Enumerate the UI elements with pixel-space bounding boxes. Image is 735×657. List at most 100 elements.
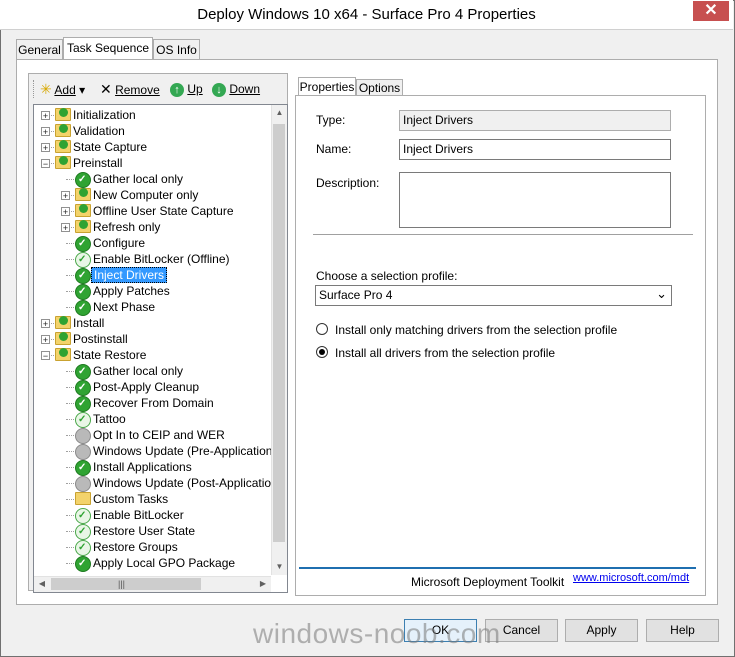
tree-item-label[interactable]: Offline User State Capture: [93, 203, 234, 219]
scroll-right-icon[interactable]: ▶: [255, 576, 271, 592]
tree-item[interactable]: ✓ Next Phase: [34, 299, 274, 316]
tree-item[interactable]: ✓ Inject Drivers: [34, 267, 274, 284]
expand-icon[interactable]: +: [41, 143, 50, 153]
tree-item-label[interactable]: Restore Groups: [93, 539, 178, 555]
tree-item-label[interactable]: Opt In to CEIP and WER: [93, 427, 225, 443]
tree-item[interactable]: + Install: [34, 315, 274, 331]
expand-icon[interactable]: +: [61, 191, 70, 201]
tree-item-label[interactable]: Enable BitLocker (Offline): [93, 251, 230, 267]
tree-item[interactable]: Opt In to CEIP and WER: [34, 427, 274, 444]
apply-button[interactable]: Apply: [565, 619, 638, 642]
tree-item-label[interactable]: Apply Local GPO Package: [93, 555, 235, 571]
description-field[interactable]: [399, 172, 671, 228]
radio-all-drivers[interactable]: [316, 346, 328, 358]
tab-os-info[interactable]: OS Info: [153, 39, 200, 60]
title-bar[interactable]: Deploy Windows 10 x64 - Surface Pro 4 Pr…: [0, 0, 733, 30]
tree-item[interactable]: ✓ Apply Patches: [34, 283, 274, 300]
tree-item[interactable]: + Refresh only: [34, 219, 274, 235]
tab-properties[interactable]: Properties: [298, 77, 356, 97]
vertical-scroll-thumb[interactable]: [273, 124, 285, 542]
tree-item[interactable]: ✓ Recover From Domain: [34, 395, 274, 412]
task-sequence-tree[interactable]: + Initialization + Validation + State Capture…: [33, 104, 288, 593]
horizontal-scroll-thumb[interactable]: [51, 578, 201, 590]
tree-item[interactable]: ✓ Enable BitLocker (Offline): [34, 251, 274, 268]
add-button[interactable]: ✳ Add ▾: [40, 80, 98, 98]
radio-all-drivers-label[interactable]: Install all drivers from the selection p…: [335, 346, 555, 360]
scroll-down-icon[interactable]: ▼: [272, 559, 287, 575]
expand-icon[interactable]: +: [41, 335, 50, 345]
scroll-left-icon[interactable]: ◀: [34, 576, 50, 592]
tree-item[interactable]: ✓ Install Applications: [34, 459, 274, 476]
expand-icon[interactable]: +: [61, 207, 70, 217]
tree-item-label[interactable]: Windows Update (Post-Application Ins: [93, 475, 287, 491]
check-icon: ✓: [75, 524, 91, 540]
tree-item[interactable]: ✓ Restore User State: [34, 523, 274, 540]
tree-item[interactable]: ✓ Post-Apply Cleanup: [34, 379, 274, 396]
expand-icon[interactable]: +: [41, 319, 50, 329]
tree-item-label[interactable]: Restore User State: [93, 523, 195, 539]
tree-item-label[interactable]: Install Applications: [93, 459, 192, 475]
tree-item-label[interactable]: State Restore: [73, 347, 146, 363]
tree-item[interactable]: + Validation: [34, 123, 274, 139]
expand-icon[interactable]: +: [41, 111, 50, 121]
tab-task-sequence[interactable]: Task Sequence: [63, 37, 153, 60]
tree-item[interactable]: ✓ Gather local only: [34, 171, 274, 188]
tree-item[interactable]: + Offline User State Capture: [34, 203, 274, 219]
tree-item-label[interactable]: Custom Tasks: [93, 491, 168, 507]
tree-item-label[interactable]: Recover From Domain: [93, 395, 214, 411]
tree-item-label[interactable]: Validation: [73, 123, 125, 139]
tree-item[interactable]: ✓ Configure: [34, 235, 274, 252]
tree-item[interactable]: − State Restore: [34, 347, 274, 363]
tree-item-label[interactable]: Install: [73, 315, 104, 331]
mdt-link[interactable]: www.microsoft.com/mdt: [573, 572, 689, 584]
tree-item[interactable]: ✓ Enable BitLocker: [34, 507, 274, 524]
tree-item[interactable]: − Preinstall: [34, 155, 274, 171]
scroll-grip-icon: |||: [118, 579, 126, 589]
down-button[interactable]: ↓ Down: [212, 80, 267, 98]
radio-matching-drivers-label[interactable]: Install only matching drivers from the s…: [335, 323, 617, 337]
tree-item-label[interactable]: Tattoo: [93, 411, 126, 427]
selection-profile-dropdown[interactable]: Surface Pro 4 ⌄: [315, 285, 672, 306]
collapse-icon[interactable]: −: [41, 159, 50, 169]
check-icon: ✓: [75, 556, 91, 572]
tree-item-label[interactable]: Inject Drivers: [91, 267, 168, 283]
tree-item-label[interactable]: Preinstall: [73, 155, 122, 171]
tree-item-label[interactable]: Post-Apply Cleanup: [93, 379, 199, 395]
tree-item[interactable]: + New Computer only: [34, 187, 274, 203]
collapse-icon[interactable]: −: [41, 351, 50, 361]
tree-item-label[interactable]: State Capture: [73, 139, 147, 155]
help-button[interactable]: Help: [646, 619, 719, 642]
tab-general[interactable]: General: [16, 39, 63, 60]
tree-item-label[interactable]: Refresh only: [93, 219, 160, 235]
tree-item-label[interactable]: New Computer only: [93, 187, 198, 203]
tree-item-label[interactable]: Next Phase: [93, 299, 155, 315]
tree-item-label[interactable]: Postinstall: [73, 331, 128, 347]
up-label: Up: [187, 82, 203, 96]
tree-item[interactable]: Windows Update (Post-Application Ins: [34, 475, 287, 492]
tree-item[interactable]: ✓ Gather local only: [34, 363, 274, 380]
tree-item[interactable]: + Postinstall: [34, 331, 274, 347]
tree-item-label[interactable]: Enable BitLocker: [93, 507, 184, 523]
name-field[interactable]: Inject Drivers: [399, 139, 671, 160]
expand-icon[interactable]: +: [41, 127, 50, 137]
tree-item[interactable]: Windows Update (Pre-Application Inst: [34, 443, 287, 460]
tree-item[interactable]: Custom Tasks: [34, 491, 274, 507]
tree-item[interactable]: + Initialization: [34, 107, 274, 123]
tree-item[interactable]: ✓ Tattoo: [34, 411, 274, 428]
tree-item[interactable]: + State Capture: [34, 139, 274, 155]
radio-matching-drivers[interactable]: [316, 323, 328, 335]
tree-item-label[interactable]: Gather local only: [93, 363, 183, 379]
tree-connector: [66, 259, 74, 260]
tree-item-label[interactable]: Apply Patches: [93, 283, 170, 299]
tree-item-label[interactable]: Gather local only: [93, 171, 183, 187]
tree-item[interactable]: ✓ Restore Groups: [34, 539, 274, 556]
expand-icon[interactable]: +: [61, 223, 70, 233]
tree-item[interactable]: ✓ Apply Local GPO Package: [34, 555, 274, 572]
remove-button[interactable]: ✕ Remove: [100, 80, 165, 98]
tree-item-label[interactable]: Configure: [93, 235, 145, 251]
up-button[interactable]: ↑ Up: [170, 80, 210, 98]
close-button[interactable]: ✕: [693, 1, 729, 21]
scroll-up-icon[interactable]: ▲: [272, 105, 287, 121]
tree-item-label[interactable]: Initialization: [73, 107, 136, 123]
tree-item-label[interactable]: Windows Update (Pre-Application Inst: [93, 443, 287, 459]
